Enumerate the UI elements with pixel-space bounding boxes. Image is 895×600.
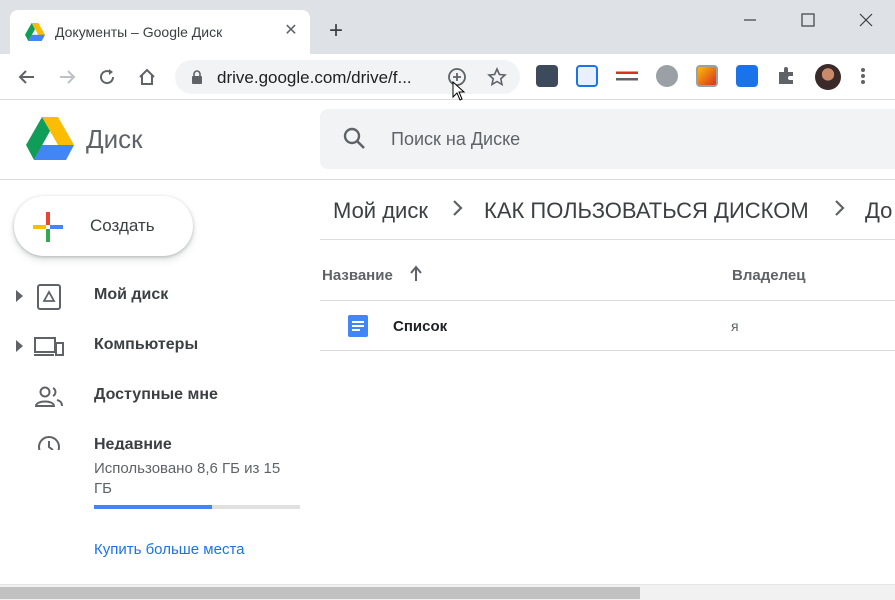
reload-icon[interactable] (92, 62, 122, 92)
file-list-header: Название Владелец (320, 250, 895, 301)
column-header-owner[interactable]: Владелец (732, 267, 805, 284)
breadcrumb: Мой диск КАК ПОЛЬЗОВАТЬСЯ ДИСКОМ До (320, 182, 895, 240)
new-tab-button[interactable]: + (322, 17, 350, 45)
horizontal-scrollbar[interactable] (0, 584, 895, 600)
drive-favicon-icon (25, 23, 45, 41)
mouse-cursor-icon (452, 81, 466, 101)
computers-icon (34, 337, 64, 356)
file-name: Список (393, 318, 448, 335)
home-icon[interactable] (132, 62, 162, 92)
drive-icon (37, 284, 61, 310)
file-row[interactable]: Список я (320, 301, 895, 351)
clock-icon (38, 436, 60, 450)
app-name: Диск (86, 124, 143, 154)
chevron-right-icon (833, 197, 847, 225)
extension-4-icon[interactable] (656, 65, 678, 87)
url-text: drive.google.com/drive/f... (217, 68, 412, 87)
breadcrumb-item[interactable]: До (865, 198, 892, 224)
sidebar-item-label: Мой диск (94, 286, 169, 303)
search-input[interactable]: Поиск на Диске (391, 129, 520, 150)
google-doc-icon (348, 315, 368, 337)
drive-header: Диск Поиск на Диске (0, 100, 895, 180)
tab-close-icon[interactable]: ✕ (282, 22, 300, 40)
create-label: Создать (90, 216, 155, 235)
sort-arrow-up-icon[interactable] (408, 265, 424, 288)
breadcrumb-item[interactable]: КАК ПОЛЬЗОВАТЬСЯ ДИСКОМ (484, 198, 809, 224)
extension-2-icon[interactable] (576, 65, 598, 87)
maximize-icon[interactable] (788, 6, 828, 34)
back-icon[interactable] (12, 62, 42, 92)
file-owner: я (731, 318, 739, 334)
tab-title: Документы – Google Диск (55, 24, 223, 40)
scrollbar-thumb[interactable] (0, 587, 640, 599)
breadcrumb-item[interactable]: Мой диск (333, 198, 428, 224)
search-bar[interactable]: Поиск на Диске (320, 109, 895, 169)
extension-1-icon[interactable] (536, 65, 558, 87)
buy-storage-link[interactable]: Купить больше места (94, 541, 245, 558)
chevron-right-icon (451, 197, 465, 225)
extension-6-icon[interactable] (736, 65, 758, 87)
sidebar-item-recent[interactable]: Недавние (0, 426, 300, 450)
sidebar-item-label: Компьютеры (94, 336, 199, 353)
create-button[interactable]: Создать (14, 196, 193, 256)
browser-toolbar: drive.google.com/drive/f... (0, 54, 895, 101)
storage-bar-fill (94, 505, 213, 509)
tab-strip: Документы – Google Диск ✕ + (0, 0, 895, 54)
extensions-puzzle-icon[interactable] (776, 65, 798, 87)
storage-usage-text: Использовано 8,6 ГБ из 15 ГБ (94, 460, 281, 497)
address-bar[interactable]: drive.google.com/drive/f... (175, 60, 520, 94)
minimize-icon[interactable] (730, 6, 770, 34)
close-window-icon[interactable] (846, 6, 886, 34)
expand-arrow-icon[interactable] (16, 340, 23, 352)
expand-arrow-icon[interactable] (16, 290, 23, 302)
people-icon (34, 386, 63, 407)
column-header-name[interactable]: Название (322, 267, 393, 284)
sidebar-item-shared[interactable]: Доступные мне (0, 376, 300, 416)
sidebar-item-my-drive[interactable]: Мой диск (0, 276, 300, 316)
browser-menu-icon[interactable] (858, 65, 868, 87)
sidebar-item-label: Недавние (94, 436, 172, 450)
forward-icon[interactable] (52, 62, 82, 92)
extension-5-icon[interactable] (696, 65, 718, 87)
drive-logo-icon[interactable] (26, 117, 74, 160)
sidebar-item-label: Доступные мне (94, 386, 218, 403)
profile-avatar[interactable] (815, 64, 841, 90)
bookmark-star-icon[interactable] (485, 65, 509, 89)
lock-icon (192, 70, 202, 84)
plus-icon (33, 212, 63, 242)
sidebar-item-computers[interactable]: Компьютеры (0, 326, 300, 366)
browser-tab[interactable]: Документы – Google Диск ✕ (10, 10, 310, 54)
extension-3-icon[interactable] (616, 65, 638, 87)
search-icon[interactable] (342, 126, 368, 152)
storage-bar (94, 505, 300, 509)
